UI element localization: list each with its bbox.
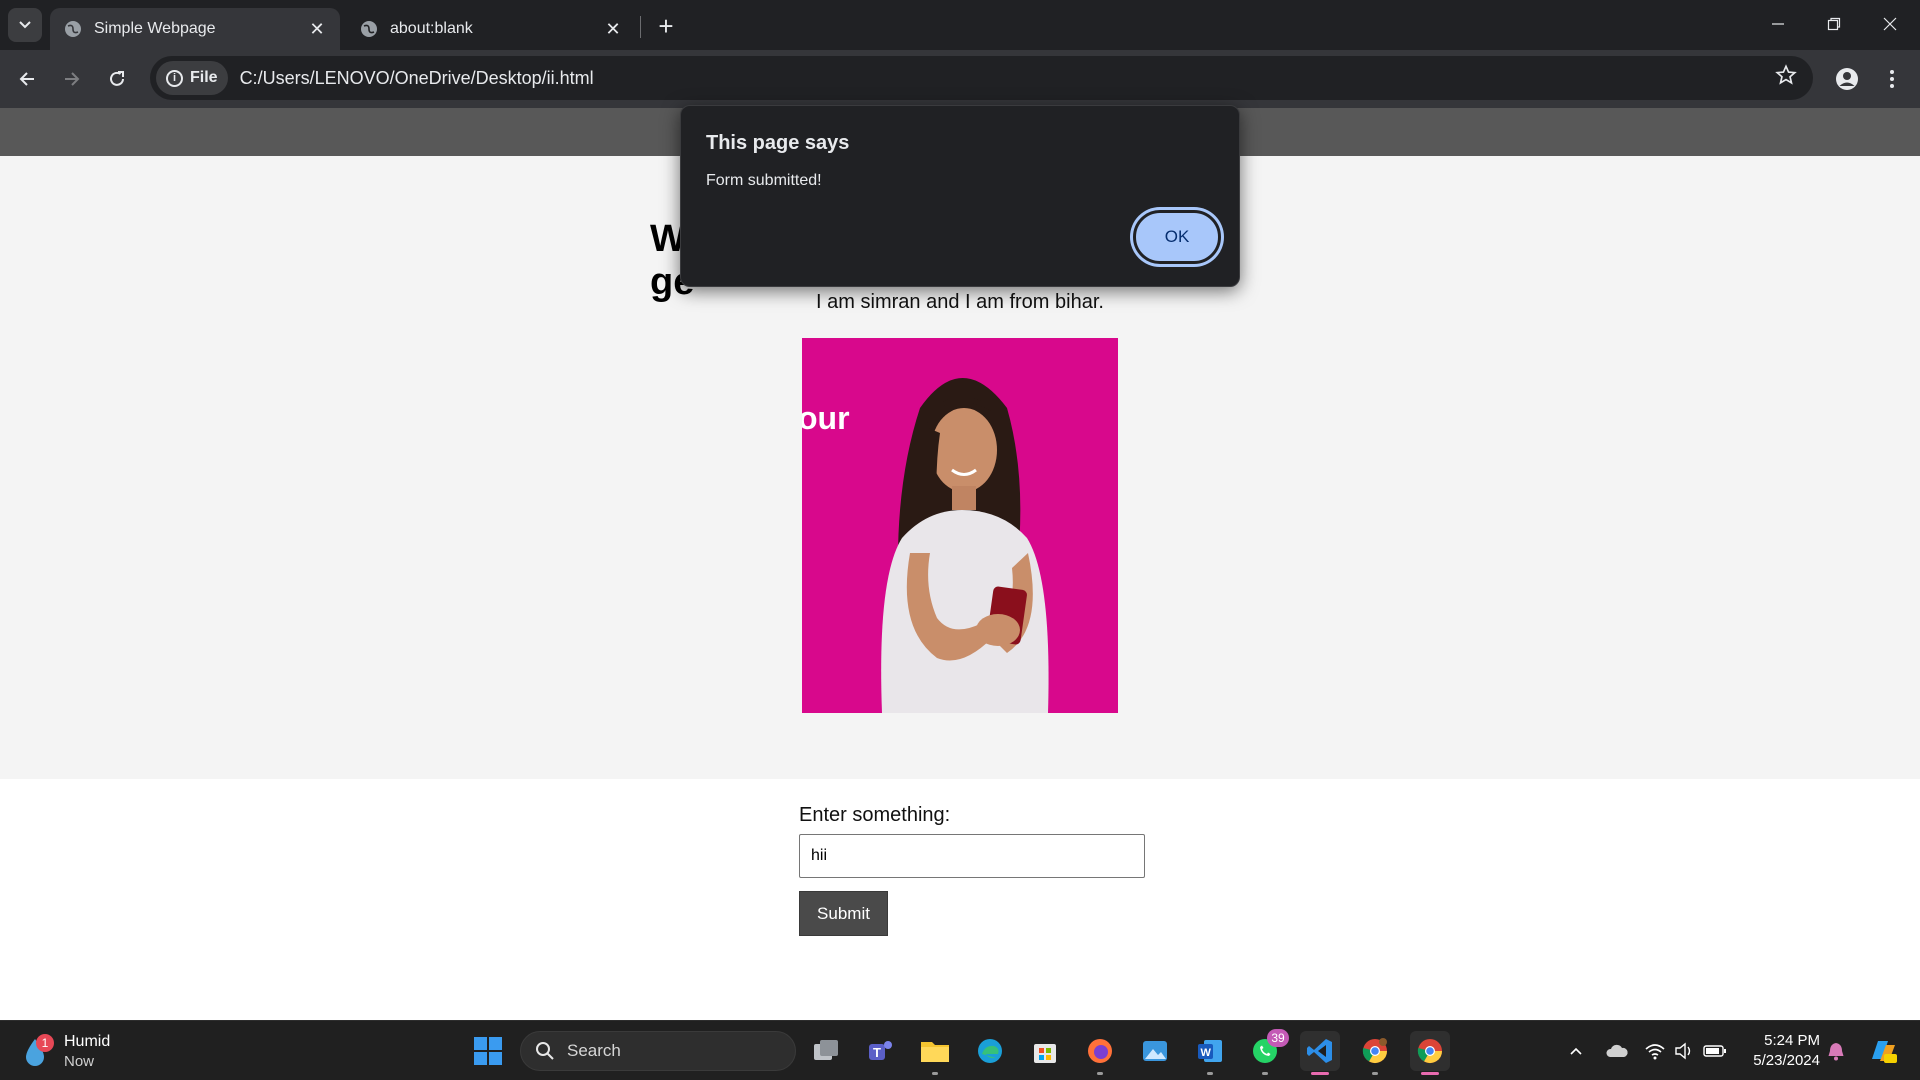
arrow-left-icon	[19, 72, 34, 86]
search-placeholder: Search	[567, 1041, 621, 1060]
restore-button[interactable]	[1806, 0, 1862, 48]
windows-taskbar: 1 Humid Now Search T W 39 5:24 PM 5/23/2…	[0, 1020, 1920, 1080]
ok-button[interactable]: OK	[1133, 210, 1221, 264]
taskbar-clock[interactable]: 5:24 PM 5/23/2024	[1740, 1031, 1820, 1071]
chrome-icon[interactable]	[1410, 1031, 1450, 1075]
tab-search-button[interactable]	[8, 8, 42, 42]
clock-date: 5/23/2024	[1753, 1052, 1820, 1069]
tab-title: about:blank	[390, 20, 473, 37]
tab-divider	[640, 16, 641, 38]
notification-badge: 1	[36, 1034, 54, 1052]
volume-icon[interactable]	[1670, 1035, 1698, 1067]
address-bar[interactable]: i File C:/Users/LENOVO/OneDrive/Desktop/…	[150, 56, 1813, 100]
intro-text: I am simran and I am from bihar.	[816, 291, 1104, 313]
whatsapp-icon[interactable]: 39	[1245, 1029, 1289, 1075]
profile-button[interactable]	[1830, 62, 1864, 96]
copilot-icon[interactable]	[1865, 1035, 1901, 1067]
close-tab-icon[interactable]: ✕	[602, 18, 624, 40]
alert-dialog: This page says Form submitted! OK	[680, 105, 1240, 287]
form-label: Enter something:	[799, 804, 951, 826]
windows-logo-icon	[474, 1037, 502, 1065]
word-icon[interactable]: W	[1190, 1031, 1230, 1075]
tab-title: Simple Webpage	[94, 20, 216, 37]
search-icon	[536, 1042, 554, 1060]
url-text[interactable]: C:/Users/LENOVO/OneDrive/Desktop/ii.html	[240, 68, 594, 89]
svg-text:W: W	[1201, 1047, 1212, 1059]
close-icon	[1883, 17, 1897, 31]
photos-icon[interactable]	[1135, 1031, 1175, 1071]
chrome-profile-icon[interactable]	[1355, 1031, 1395, 1075]
minimize-icon	[1772, 23, 1784, 25]
taskbar-search[interactable]: Search	[520, 1031, 796, 1071]
weather-widget[interactable]: 1 Humid Now	[20, 1029, 150, 1075]
chevron-up-icon[interactable]	[1562, 1035, 1590, 1067]
restore-icon	[1827, 17, 1841, 31]
file-explorer-icon[interactable]	[915, 1031, 955, 1075]
globe-icon	[360, 20, 378, 38]
onedrive-icon[interactable]	[1603, 1035, 1631, 1067]
new-tab-button[interactable]: +	[650, 10, 682, 42]
notification-bell-icon[interactable]	[1822, 1035, 1850, 1067]
close-window-button[interactable]	[1862, 0, 1918, 48]
task-view-icon[interactable]	[806, 1031, 846, 1071]
reload-button[interactable]	[100, 62, 134, 96]
menu-button[interactable]	[1875, 62, 1909, 96]
arrow-right-icon	[65, 72, 80, 86]
svg-text:T: T	[873, 1045, 881, 1060]
weather-subtitle: Now	[64, 1053, 95, 1070]
battery-icon[interactable]	[1701, 1035, 1729, 1067]
wifi-icon[interactable]	[1641, 1035, 1669, 1067]
tab-strip: Simple Webpage ✕ about:blank ✕ +	[0, 0, 1920, 50]
forward-button[interactable]	[55, 62, 89, 96]
dialog-message: Form submitted!	[706, 172, 822, 189]
teams-icon[interactable]: T	[860, 1031, 900, 1071]
bookmark-star-icon[interactable]	[1775, 64, 1797, 93]
whatsapp-badge: 39	[1267, 1029, 1289, 1047]
more-vert-icon	[1890, 70, 1894, 88]
vscode-icon[interactable]	[1300, 1031, 1340, 1075]
start-button[interactable]	[468, 1031, 508, 1071]
woman-with-phone-illustration	[881, 378, 1049, 713]
back-button[interactable]	[10, 62, 44, 96]
close-tab-icon[interactable]: ✕	[306, 18, 328, 40]
info-icon: i	[166, 69, 183, 87]
avatar-icon	[1836, 68, 1858, 90]
clock-time: 5:24 PM	[1764, 1032, 1820, 1049]
dialog-title: This page says	[706, 132, 850, 154]
weather-title: Humid	[64, 1033, 111, 1050]
tab-about-blank[interactable]: about:blank ✕	[346, 8, 636, 50]
profile-photo: our	[802, 338, 1118, 713]
browser-toolbar: i File C:/Users/LENOVO/OneDrive/Desktop/…	[0, 50, 1920, 108]
globe-icon	[64, 20, 82, 38]
minimize-button[interactable]	[1750, 0, 1806, 48]
site-info-label: File	[190, 69, 218, 86]
site-info-chip[interactable]: i File	[156, 61, 228, 95]
microsoft-store-icon[interactable]	[1025, 1031, 1065, 1071]
tab-simple-webpage[interactable]: Simple Webpage ✕	[50, 8, 340, 50]
reload-icon	[110, 71, 124, 86]
edge-icon[interactable]	[970, 1031, 1010, 1071]
firefox-icon[interactable]	[1080, 1031, 1120, 1075]
chevron-down-icon	[18, 17, 32, 34]
text-input[interactable]	[799, 834, 1145, 878]
submit-button[interactable]: Submit	[799, 891, 888, 936]
